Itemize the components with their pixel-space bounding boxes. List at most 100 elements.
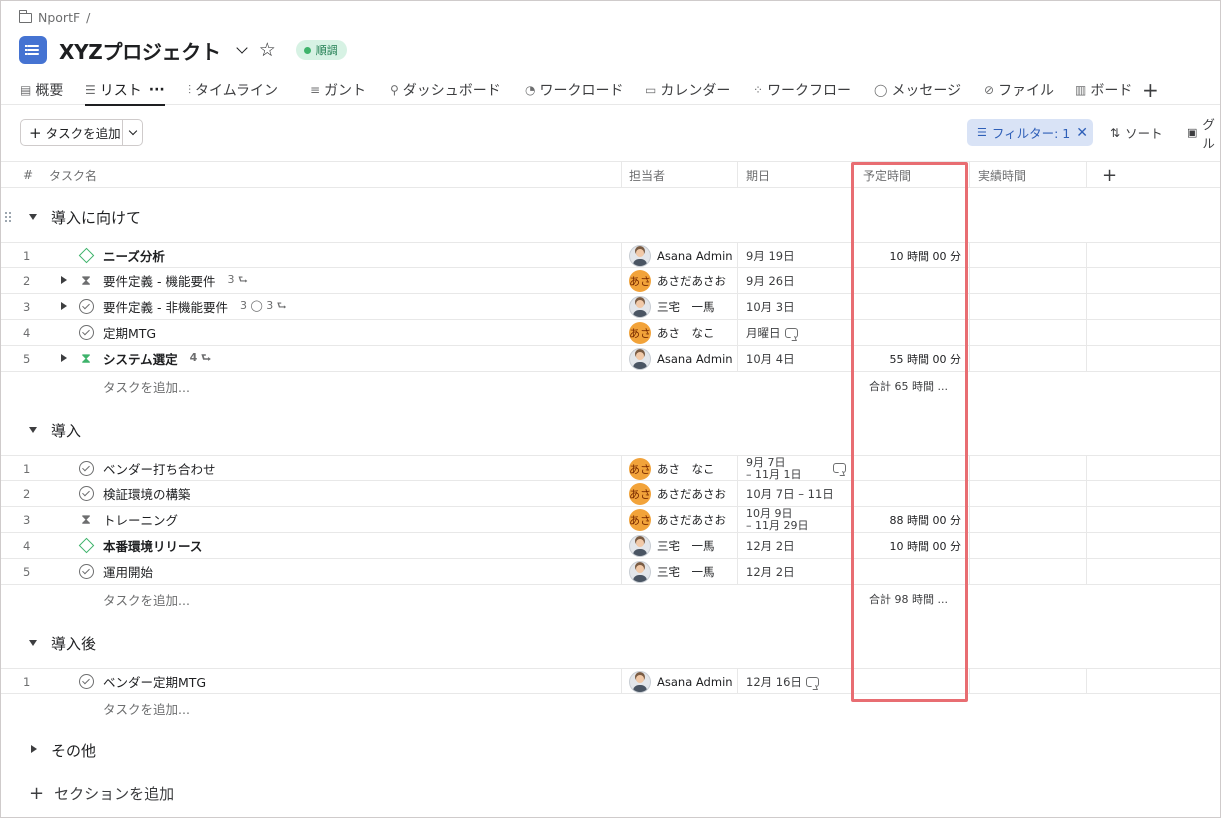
tab-7[interactable]: ▭ カレンダー xyxy=(645,75,730,105)
task-name-cell[interactable]: ニーズ分析 xyxy=(103,243,165,268)
task-name[interactable]: 運用開始 xyxy=(103,562,153,581)
section-title[interactable]: その他 xyxy=(51,740,96,761)
task-name-cell[interactable]: ベンダー定期MTG xyxy=(103,669,206,694)
caret-icon[interactable] xyxy=(29,427,37,433)
task-status[interactable] xyxy=(78,533,94,558)
task-status[interactable]: ⧗ xyxy=(78,507,94,532)
task-name-cell[interactable]: システム選定 4 ⮑ xyxy=(103,346,211,371)
due-date-cell[interactable]: 12月 16日 xyxy=(746,669,819,694)
task-name-cell[interactable]: 検証環境の構築 xyxy=(103,481,191,506)
due-date-cell[interactable]: 10月 9日 – 11月 29日 xyxy=(746,507,809,532)
expand-subtasks-icon[interactable] xyxy=(61,354,67,362)
drag-handle-icon[interactable] xyxy=(5,212,11,222)
col-estimate[interactable]: 予定時間 xyxy=(863,162,911,188)
task-status[interactable] xyxy=(78,481,94,506)
due-date-cell[interactable]: 10月 7日 – 11日 xyxy=(746,481,834,506)
check-circle-icon[interactable] xyxy=(78,325,94,340)
task-status[interactable] xyxy=(78,294,94,319)
col-task-name[interactable]: タスク名 xyxy=(49,162,97,188)
chevron-down-icon[interactable] xyxy=(235,43,249,57)
add-task-dropdown-button[interactable] xyxy=(122,120,143,145)
task-name[interactable]: トレーニング xyxy=(103,510,178,529)
due-date-cell[interactable]: 10月 3日 xyxy=(746,294,795,319)
group-button[interactable]: ▣ グル xyxy=(1187,117,1220,151)
due-date-cell[interactable]: 9月 19日 xyxy=(746,243,795,268)
tab-11[interactable]: ▥ ボード xyxy=(1075,75,1132,105)
add-task-row[interactable]: タスクを追加... 合計 65 時間 ... xyxy=(1,372,1220,398)
task-name-cell[interactable]: ベンダー打ち合わせ xyxy=(103,456,216,481)
assignee-cell[interactable]: Asana Admin xyxy=(629,243,733,268)
avatar[interactable] xyxy=(629,560,651,583)
due-date-cell[interactable]: 9月 26日 xyxy=(746,268,795,293)
table-row[interactable]: 3 要件定義 - 非機能要件 3 ◯ 3 ⮑ 三宅 一馬 10月 3日 xyxy=(1,294,1220,320)
section-header[interactable]: 導入後 xyxy=(1,629,1220,657)
estimated-time[interactable]: 10 時間 00 分 xyxy=(853,533,961,558)
sort-button[interactable]: ⇅ ソート xyxy=(1110,119,1163,146)
table-row[interactable]: 5 ⧗ システム選定 4 ⮑ Asana Admin 10月 4日 55 時間 00 分 xyxy=(1,346,1220,372)
col-divider[interactable] xyxy=(853,162,854,187)
table-row[interactable]: 3 ⧗ トレーニング あさ あさだあさお 10月 9日 – 11月 29日 88 時間 00 … xyxy=(1,507,1220,533)
avatar[interactable]: あさ xyxy=(629,321,651,344)
section-header[interactable]: 導入 xyxy=(1,416,1220,444)
col-divider[interactable] xyxy=(621,162,622,187)
add-task-row[interactable]: タスクを追加... 合計 98 時間 ... xyxy=(1,585,1220,611)
subtask-count[interactable]: 3 ⮑ xyxy=(227,271,247,290)
estimated-time[interactable]: 10 時間 00 分 xyxy=(853,243,961,268)
expand-subtasks-icon[interactable] xyxy=(61,302,67,310)
expand-subtasks-icon[interactable] xyxy=(61,276,67,284)
add-section-button[interactable]: + セクションを追加 xyxy=(29,783,174,804)
assignee-cell[interactable]: あさ あさ なこ xyxy=(629,456,715,481)
task-name-cell[interactable]: トレーニング xyxy=(103,507,178,532)
check-circle-icon[interactable] xyxy=(78,299,94,314)
table-row[interactable]: 2 ⧗ 要件定義 - 機能要件 3 ⮑ あさ あさだあさお 9月 26日 xyxy=(1,268,1220,294)
task-name[interactable]: 定期MTG xyxy=(103,323,156,342)
star-icon[interactable]: ☆ xyxy=(259,40,276,60)
milestone-icon[interactable] xyxy=(78,247,94,264)
tab-8[interactable]: ⁘ ワークフロー xyxy=(753,75,851,105)
estimated-time[interactable]: 55 時間 00 分 xyxy=(853,346,961,371)
section-title[interactable]: 導入後 xyxy=(51,633,96,654)
col-divider[interactable] xyxy=(1086,162,1087,187)
tab-3[interactable]: ⫶ タイムライン xyxy=(188,75,278,105)
estimated-time[interactable]: 88 時間 00 分 xyxy=(853,507,961,532)
task-status[interactable] xyxy=(78,320,94,345)
subtask-count[interactable]: 3 ◯ 3 ⮑ xyxy=(240,297,287,316)
task-name-cell[interactable]: 本番環境リリース xyxy=(103,533,202,558)
task-status[interactable] xyxy=(78,456,94,481)
avatar[interactable]: あさ xyxy=(629,269,651,292)
avatar[interactable] xyxy=(629,295,651,318)
section-title[interactable]: 導入に向けて xyxy=(51,207,141,228)
add-task-row[interactable]: タスクを追加... xyxy=(1,694,1220,720)
section-header[interactable]: 導入に向けて xyxy=(1,203,1220,231)
task-name[interactable]: 要件定義 - 非機能要件 xyxy=(103,297,228,316)
task-name[interactable]: 本番環境リリース xyxy=(103,536,202,555)
hourglass-icon[interactable]: ⧗ xyxy=(81,352,91,366)
col-divider[interactable] xyxy=(969,162,970,187)
task-name[interactable]: 要件定義 - 機能要件 xyxy=(103,271,215,290)
task-status[interactable] xyxy=(78,669,94,694)
task-name[interactable]: 検証環境の構築 xyxy=(103,484,191,503)
assignee-cell[interactable]: あさ あさだあさお xyxy=(629,268,726,293)
check-circle-icon[interactable] xyxy=(78,564,94,579)
section-title[interactable]: 導入 xyxy=(51,420,81,441)
table-row[interactable]: 5 運用開始 三宅 一馬 12月 2日 xyxy=(1,559,1220,585)
avatar[interactable]: あさ xyxy=(629,482,651,505)
task-name[interactable]: ベンダー打ち合わせ xyxy=(103,459,216,478)
milestone-icon[interactable] xyxy=(78,537,94,554)
hourglass-icon[interactable]: ⧗ xyxy=(81,513,91,527)
task-status[interactable]: ⧗ xyxy=(78,268,94,293)
table-row[interactable]: 1 ベンダー定期MTG Asana Admin 12月 16日 xyxy=(1,668,1220,694)
due-date-cell[interactable]: 月曜日 xyxy=(746,320,798,345)
caret-icon[interactable] xyxy=(31,745,37,753)
assignee-cell[interactable]: 三宅 一馬 xyxy=(629,559,715,584)
task-name[interactable]: ニーズ分析 xyxy=(103,246,165,265)
check-circle-icon[interactable] xyxy=(78,486,94,501)
filter-button[interactable]: ☰ フィルター: 1 ✕ xyxy=(967,119,1093,146)
avatar[interactable] xyxy=(629,670,651,693)
tab-6[interactable]: ◔ ワークロード xyxy=(525,75,623,105)
task-status[interactable] xyxy=(78,243,94,268)
tab-9[interactable]: ◯ メッセージ xyxy=(874,75,961,105)
add-task-link[interactable]: タスクを追加... xyxy=(103,699,190,718)
table-row[interactable]: 2 検証環境の構築 あさ あさだあさお 10月 7日 – 11日 xyxy=(1,481,1220,507)
add-task-link[interactable]: タスクを追加... xyxy=(103,377,190,396)
